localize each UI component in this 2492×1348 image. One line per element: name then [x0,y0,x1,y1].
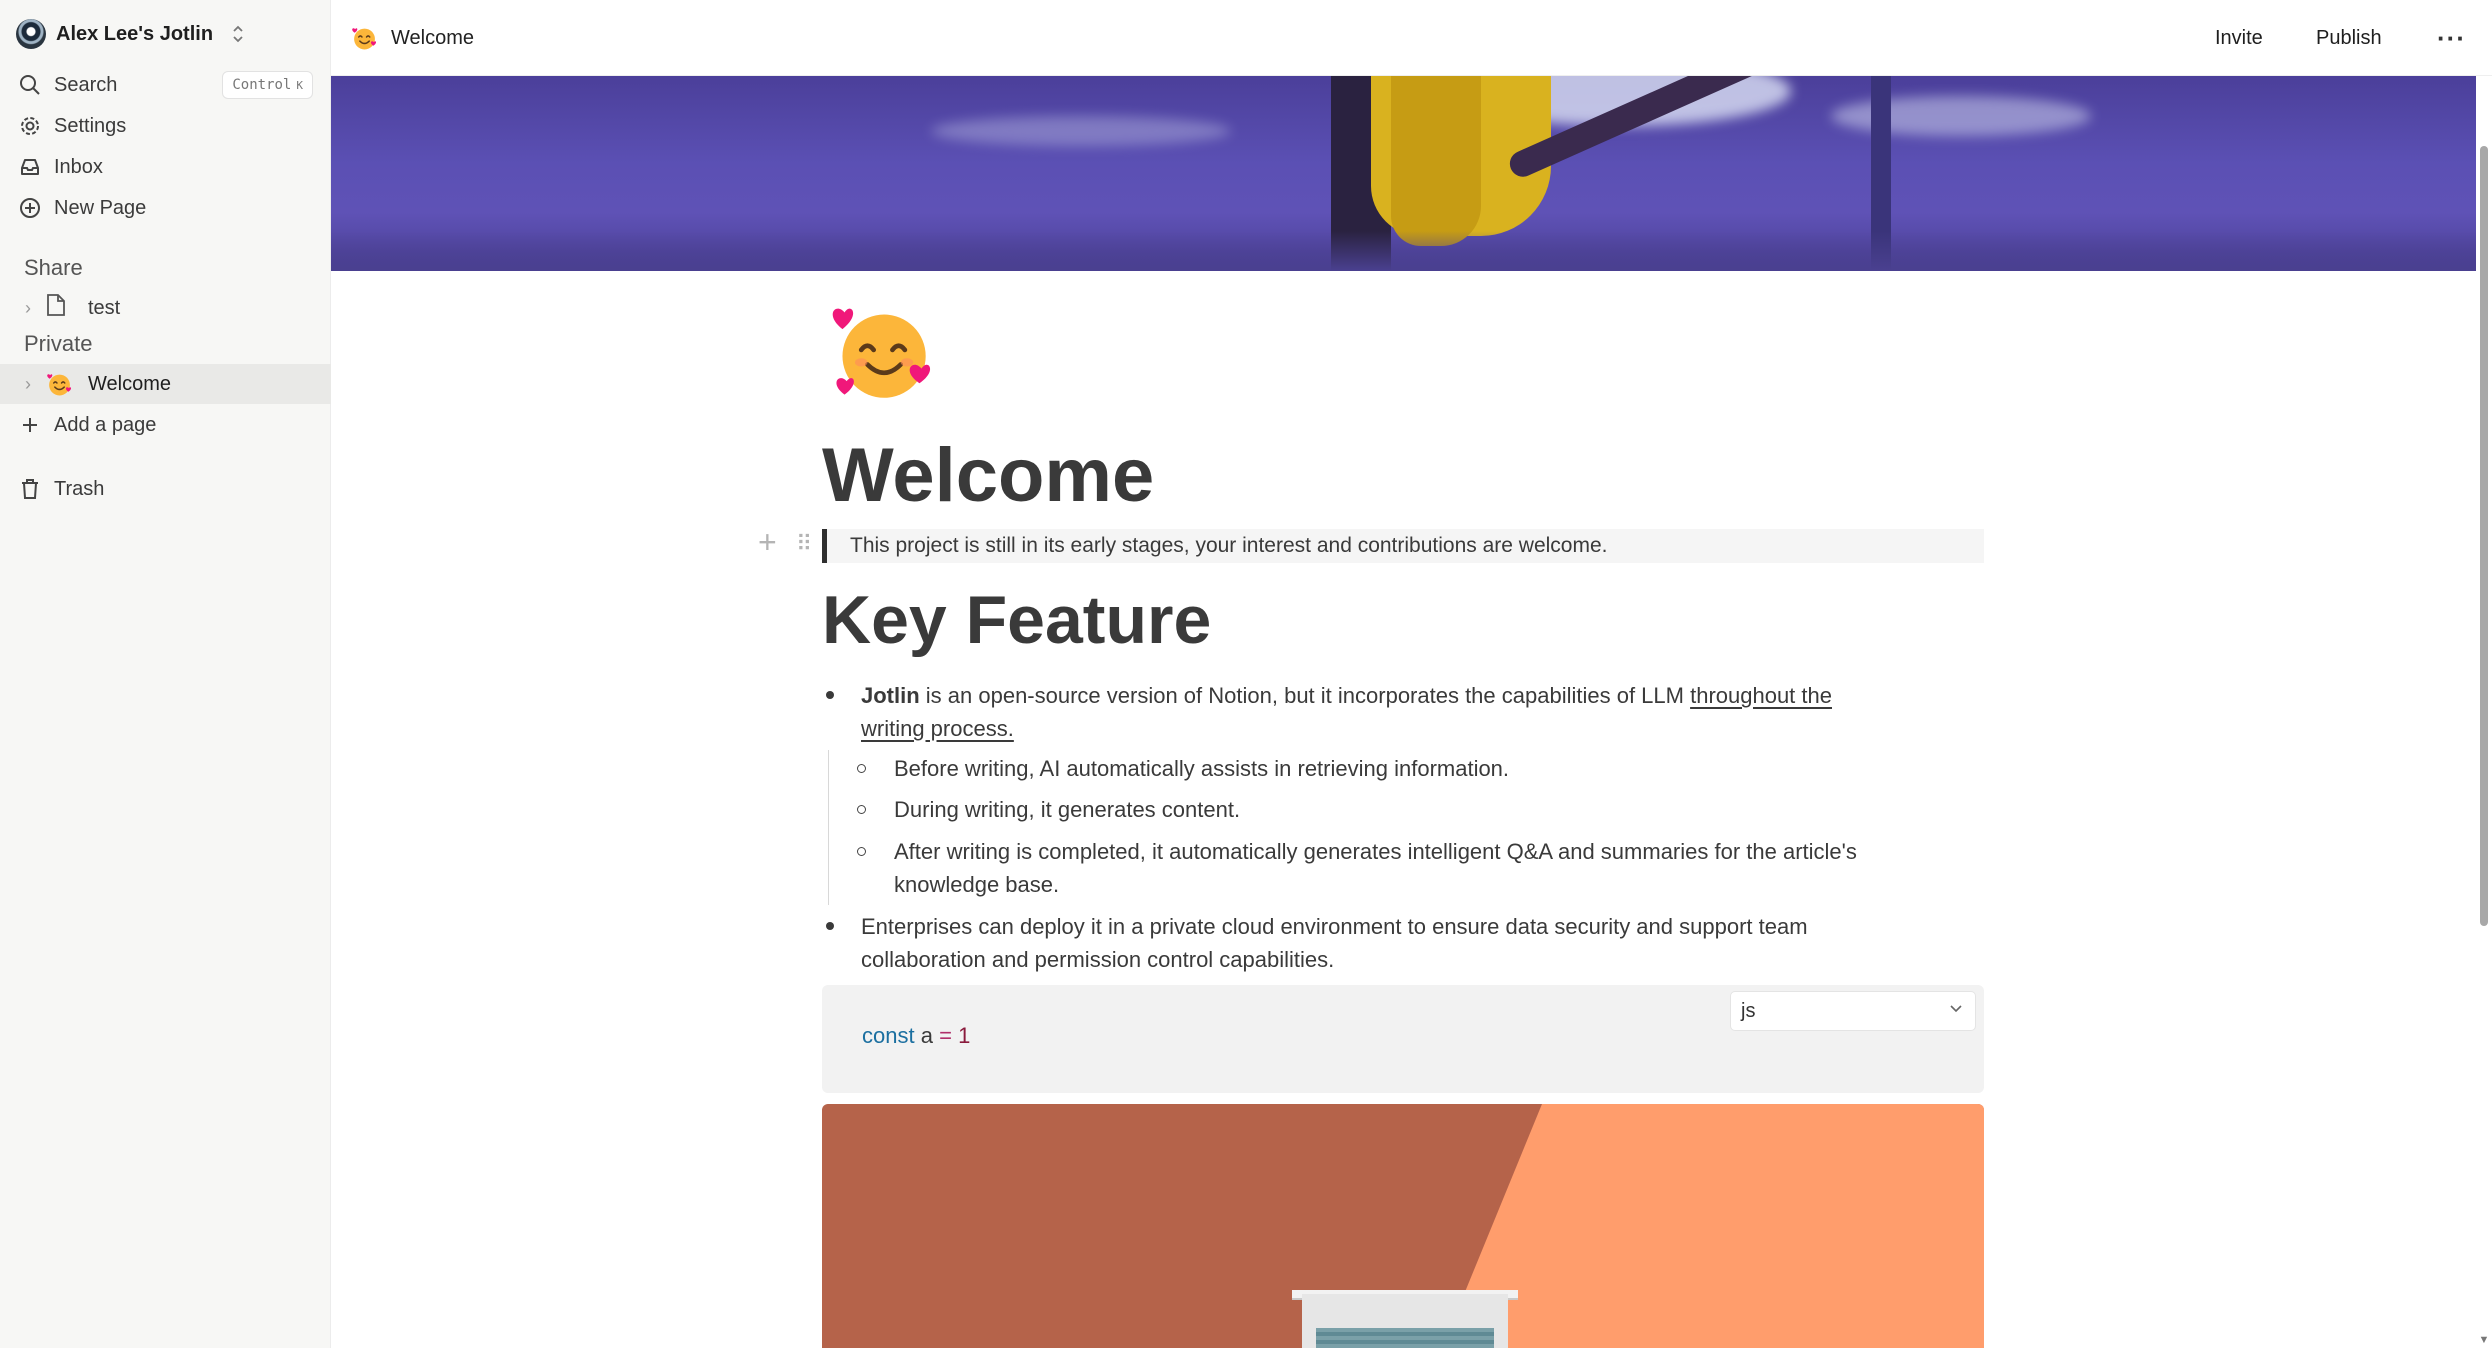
top-bar: Welcome Invite Publish ··· [331,0,2492,76]
breadcrumb-label: Welcome [391,26,474,49]
inbox-label: Inbox [54,155,103,178]
bullet-item[interactable]: Enterprises can deploy it in a private c… [861,910,1808,943]
code-number: 1 [958,1023,971,1048]
bullet-item[interactable]: Jotlin is an open-source version of Noti… [861,679,1832,712]
shortcut-key: Control [232,77,292,93]
sidebar-trash[interactable]: Trash [0,469,331,509]
code-content[interactable]: const a = 1 [862,1023,970,1049]
quote-block[interactable]: This project is still in its early stage… [822,529,1984,563]
scroll-down-arrow-icon[interactable]: ▼ [2477,1334,2491,1346]
chevron-right-icon[interactable]: › [20,374,36,395]
add-page-button[interactable]: Add a page [0,405,331,445]
smiling-face-with-hearts-icon [352,28,377,50]
page-title[interactable]: Welcome [822,432,1154,520]
image-block[interactable] [822,1104,1984,1348]
code-variable: a [920,1023,933,1048]
bullet-item-continued[interactable]: writing process. [861,712,1014,745]
sidebar-new-page[interactable]: New Page [0,188,331,228]
language-value: js [1741,999,1756,1022]
page-emoji-icon[interactable] [830,300,934,404]
smiling-face-with-hearts-icon [46,371,72,397]
invite-button[interactable]: Invite [2215,20,2263,56]
trash-icon [18,477,42,501]
bullet-text: is an open-source version of Notion, but… [919,683,1691,708]
trash-label: Trash [54,477,105,500]
add-page-label: Add a page [54,413,157,436]
quote-text[interactable]: This project is still in its early stage… [850,534,1608,558]
workspace-switcher[interactable]: Alex Lee's Jotlin [16,16,245,52]
chevron-right-icon[interactable]: › [20,298,36,319]
page-scrollbar[interactable]: ▼ [2476,76,2492,1348]
sub-bullet-item-continued[interactable]: knowledge base. [894,868,1059,901]
heading-key-feature[interactable]: Key Feature [822,580,1211,660]
sidebar: Alex Lee's Jotlin Search Control K Setti… [0,0,331,1348]
code-keyword: const [862,1023,915,1048]
sidebar-search[interactable]: Search Control K [0,65,331,105]
plus-icon [18,413,42,437]
image-window-glass [1316,1328,1494,1348]
sub-bullet-item[interactable]: Before writing, AI automatically assists… [894,752,1509,785]
chevron-up-down-icon [233,25,243,43]
search-shortcut: Control K [222,71,313,99]
sub-bullet-circle [857,764,866,773]
scrollbar-thumb[interactable] [2480,146,2488,926]
share-section-label: Share [24,255,83,280]
nested-list-guide [828,750,829,905]
document-icon [46,293,72,323]
cloud [1831,96,2091,136]
more-options-icon[interactable]: ··· [2437,20,2466,56]
search-icon [18,73,42,97]
bullet-item-continued[interactable]: collaboration and permission control cap… [861,943,1334,976]
bullet-dot [826,691,834,699]
cover-hills [331,231,2476,271]
sidebar-item-welcome[interactable]: › Welcome [0,364,331,404]
cover-image[interactable] [331,76,2476,271]
workspace-name: Alex Lee's Jotlin [56,22,214,45]
drag-handle-icon[interactable]: ⠿ [796,530,812,558]
sub-bullet-item[interactable]: After writing is completed, it automatic… [894,835,1857,868]
breadcrumb[interactable]: Welcome [351,20,474,56]
publish-button[interactable]: Publish [2316,20,2382,56]
sub-bullet-circle [857,847,866,856]
sidebar-item-label: Welcome [88,372,171,395]
sub-bullet-circle [857,805,866,814]
workspace-avatar [16,19,46,49]
sidebar-item-label: test [88,296,121,319]
sidebar-settings[interactable]: Settings [0,106,331,146]
new-page-label: New Page [54,196,147,219]
underlined-text: throughout the [1690,683,1832,708]
code-operator: = [939,1023,952,1048]
search-label: Search [54,73,118,96]
code-block[interactable]: const a = 1 js [822,985,1984,1093]
chevron-down-icon [1950,1005,1962,1013]
quote-bar [822,529,827,563]
cover-figure-dress-shadow [1391,76,1481,246]
sidebar-inbox[interactable]: Inbox [0,147,331,187]
inbox-icon [18,155,42,179]
sub-bullet-item[interactable]: During writing, it generates content. [894,793,1240,826]
shortcut-letter: K [296,78,303,92]
plus-circle-icon [18,196,42,220]
settings-label: Settings [54,114,127,137]
sidebar-item-test[interactable]: › test [0,288,331,328]
language-select[interactable]: js [1730,991,1976,1031]
bullet-dot [826,922,834,930]
private-section-label: Private [24,331,93,356]
cloud [931,116,1231,146]
add-block-icon[interactable]: + [758,526,777,558]
gear-icon [18,114,42,138]
bold-text: Jotlin [861,683,920,708]
underlined-text: writing process. [861,716,1014,741]
